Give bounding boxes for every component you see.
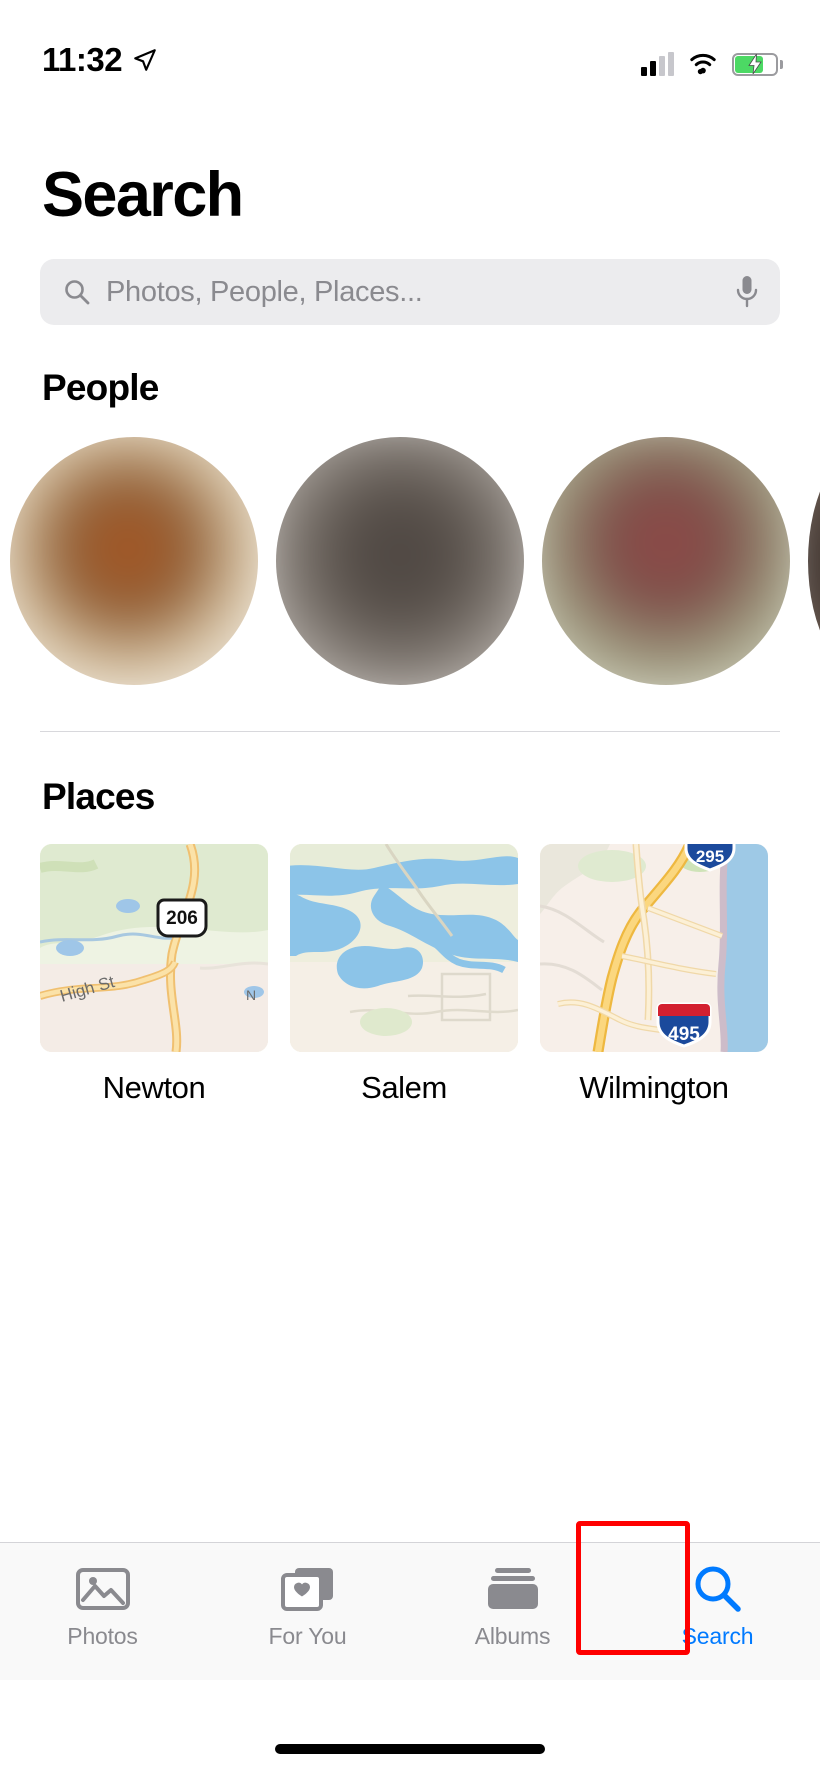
- status-bar: 11:32: [0, 0, 820, 86]
- newton-map-image: 206 High St N: [40, 844, 268, 1052]
- place-item-wilmington[interactable]: 495 295 Wilmington: [540, 844, 768, 1103]
- bolt-icon: [748, 54, 762, 74]
- search-icon: [691, 1561, 745, 1617]
- route-shield-206: 206: [156, 898, 208, 938]
- cellular-signal-icon: [641, 52, 674, 76]
- location-arrow-icon: [134, 48, 156, 71]
- place-name: Wilmington: [579, 1070, 729, 1105]
- tab-photos[interactable]: Photos: [0, 1561, 205, 1648]
- people-section-title: People: [42, 367, 159, 408]
- battery-charging-icon: [732, 52, 783, 76]
- home-indicator[interactable]: [275, 1744, 545, 1754]
- for-you-icon: [280, 1561, 335, 1617]
- home-indicator-area: [0, 1680, 820, 1776]
- albums-icon: [486, 1561, 540, 1617]
- places-list: 206 High St N Newton Salem 495 295 Wilmi…: [0, 818, 820, 1103]
- magnifier-icon: [65, 280, 90, 305]
- map-label-n: N: [246, 987, 256, 1003]
- place-map-thumbnail[interactable]: [290, 844, 518, 1052]
- person-thumbnail[interactable]: [808, 437, 820, 685]
- tab-albums[interactable]: Albums: [410, 1561, 615, 1648]
- person-thumbnail[interactable]: [542, 437, 790, 685]
- tab-label: For You: [268, 1623, 347, 1649]
- tab-search[interactable]: Search: [615, 1561, 820, 1648]
- person-thumbnail[interactable]: [276, 437, 524, 685]
- search-placeholder-text: Photos, People, Places...: [106, 275, 423, 308]
- status-bar-right: [641, 52, 783, 76]
- wilmington-map-image: 495 295: [540, 844, 768, 1052]
- microphone-icon[interactable]: [734, 274, 760, 310]
- tab-label: Albums: [474, 1623, 551, 1649]
- place-item-newton[interactable]: 206 High St N Newton: [40, 844, 268, 1103]
- svg-text:295: 295: [696, 847, 724, 866]
- places-section-title: Places: [42, 776, 155, 817]
- svg-text:495: 495: [668, 1024, 700, 1045]
- person-thumbnail[interactable]: [10, 437, 258, 685]
- tab-label: Search: [681, 1623, 754, 1649]
- place-map-thumbnail[interactable]: 495 295: [540, 844, 768, 1052]
- people-carousel[interactable]: [0, 431, 820, 691]
- page-title: Search: [42, 160, 244, 230]
- place-name: Salem: [361, 1070, 447, 1105]
- search-bar-container: Photos, People, Places...: [0, 227, 820, 325]
- tab-for-you[interactable]: For You: [205, 1561, 410, 1648]
- photos-app-search-screen: 11:32 Search Photos, People, Places... P…: [0, 0, 820, 1776]
- tab-bar: Photos For You Albums Search: [0, 1521, 820, 1680]
- wifi-icon: [690, 53, 716, 75]
- salem-map-image: [290, 844, 518, 1052]
- svg-text:206: 206: [166, 908, 198, 929]
- tab-label: Photos: [67, 1623, 138, 1649]
- status-bar-left: 11:32: [42, 43, 158, 76]
- place-name: Newton: [102, 1070, 206, 1105]
- places-section: Places 206 High St N Newton Salem 495 29…: [0, 732, 820, 1103]
- place-map-thumbnail[interactable]: 206 High St N: [40, 844, 268, 1052]
- photos-icon: [75, 1561, 130, 1617]
- status-bar-time: 11:32: [42, 41, 123, 78]
- people-section: People: [0, 325, 820, 691]
- place-item-salem[interactable]: Salem: [290, 844, 518, 1103]
- search-input[interactable]: Photos, People, Places...: [40, 259, 780, 325]
